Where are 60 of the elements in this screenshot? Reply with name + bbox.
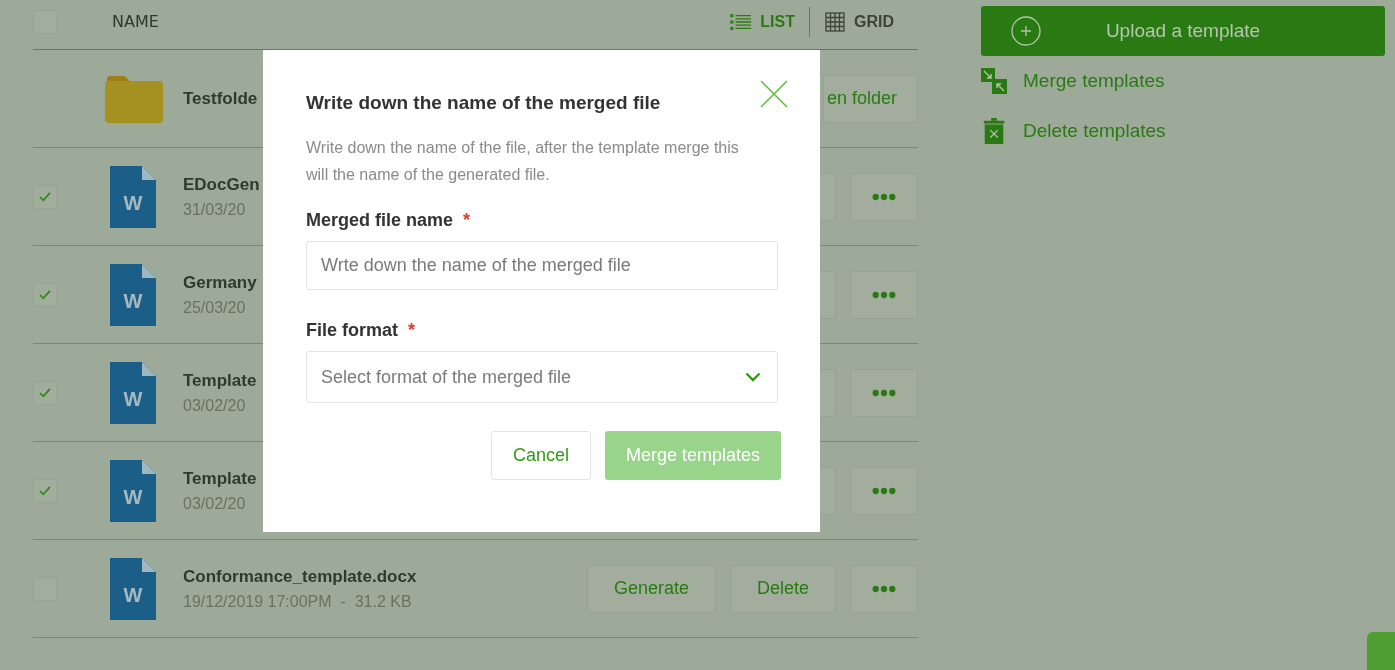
file-details: 25/03/20 — [183, 298, 247, 317]
field-label: Merged file name — [306, 210, 454, 231]
file-name[interactable]: Conformance_template.docx — [183, 566, 417, 587]
row-checkbox[interactable] — [33, 478, 57, 503]
button-edge[interactable] — [820, 172, 836, 221]
file-name[interactable]: Template — [183, 468, 257, 489]
word-document-icon: W — [110, 361, 156, 424]
button-edge[interactable] — [820, 466, 836, 515]
file-name[interactable]: Template — [183, 370, 257, 391]
more-dots-icon — [872, 388, 896, 397]
more-button[interactable] — [850, 270, 918, 319]
more-button[interactable] — [850, 368, 918, 417]
file-name[interactable]: EDocGen — [183, 174, 260, 195]
dialog-title: Write down the name of the merged file — [306, 92, 661, 114]
open-folder-button[interactable]: en folder — [822, 74, 918, 123]
row-checkbox[interactable] — [33, 184, 57, 209]
button-edge[interactable] — [820, 368, 836, 417]
more-dots-icon — [872, 192, 896, 201]
trash-icon — [981, 118, 1007, 144]
view-toggle[interactable]: LIST — [730, 11, 795, 32]
row-checkbox[interactable] — [33, 282, 57, 307]
more-button[interactable] — [850, 172, 918, 221]
file-details: 19/12/2019 17:00PM - 31.2 KB — [183, 592, 413, 611]
grid-icon — [824, 11, 846, 32]
word-document-icon: W — [110, 459, 156, 522]
row-checkbox[interactable] — [33, 380, 57, 405]
list-icon — [730, 11, 753, 32]
merge-arrows-icon — [981, 68, 1007, 94]
field-label: File format — [306, 320, 398, 341]
dialog-description: Write down the name of the file, after the template merge this will the name of the generated file. — [306, 138, 740, 185]
file-name-field[interactable]: Wrte down the name of the merged file — [306, 241, 778, 290]
chevron-down-icon — [745, 372, 761, 382]
more-button[interactable] — [850, 466, 918, 515]
button-edge[interactable] — [820, 270, 836, 319]
word-document-icon: W — [110, 263, 156, 326]
sidebar-action[interactable]: Merge templates — [981, 56, 1385, 106]
action-button[interactable]: Delete — [729, 564, 836, 613]
file-name[interactable]: Testfolde — [183, 88, 258, 109]
more-button[interactable] — [850, 564, 918, 613]
word-document-icon: W — [110, 557, 156, 620]
required-mark: * — [408, 320, 416, 341]
action-button[interactable]: Generate — [586, 564, 716, 613]
required-mark: * — [463, 210, 471, 231]
plus-circle-icon — [1011, 16, 1041, 46]
column-header: NAME — [112, 12, 159, 31]
format-dropdown[interactable]: Select format of the merged file — [306, 351, 778, 403]
more-dots-icon — [872, 290, 896, 299]
sidebar-action[interactable]: Delete templates — [981, 106, 1385, 156]
view-toggle[interactable]: GRID — [824, 11, 894, 32]
file-name[interactable]: Germany — [183, 272, 257, 293]
upload-button[interactable]: Upload a template — [981, 6, 1385, 56]
more-dots-icon — [872, 584, 896, 593]
cancel-button[interactable]: Cancel — [490, 431, 591, 480]
close-icon[interactable] — [760, 80, 788, 108]
folder-icon — [105, 74, 163, 123]
file-details: 03/02/20 — [183, 396, 247, 415]
file-details: 03/02/20 — [183, 494, 247, 513]
file-details: 31/03/20 — [183, 200, 247, 219]
more-dots-icon — [872, 486, 896, 495]
word-document-icon: W — [110, 165, 156, 228]
